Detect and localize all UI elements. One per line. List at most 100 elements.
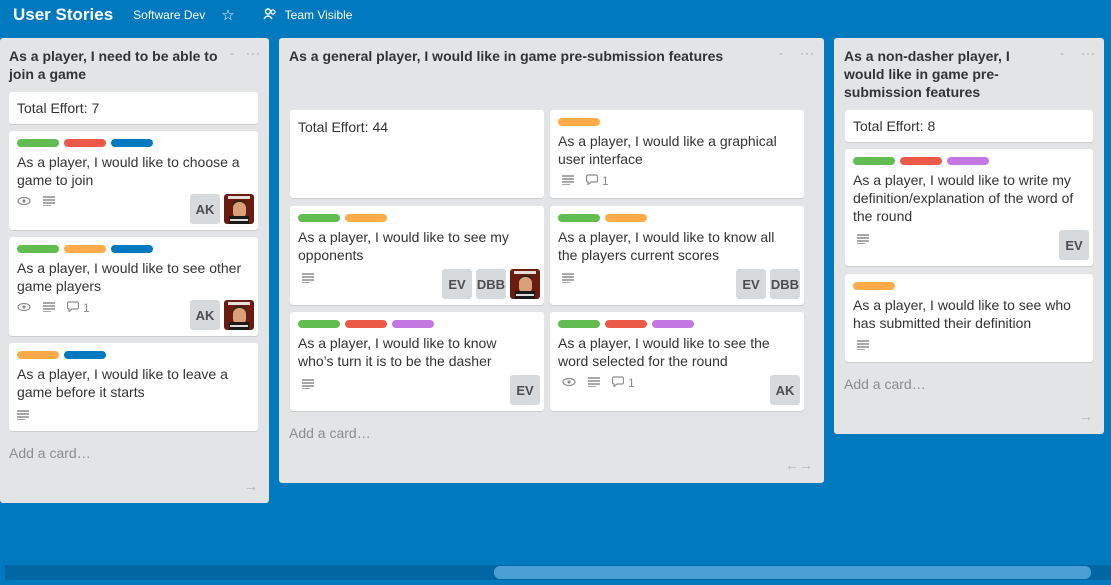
comment-icon xyxy=(611,376,625,390)
card-badges: 1 xyxy=(17,301,90,315)
arrows-horizontal-icon: ←→ xyxy=(785,457,813,473)
list-title[interactable]: As a non-dasher player, I would like in … xyxy=(844,47,1044,101)
member-avatar[interactable]: EV xyxy=(510,375,540,405)
card[interactable]: As a player, I would like to know all th… xyxy=(550,206,804,305)
description-icon xyxy=(302,378,314,392)
card-labels xyxy=(17,139,153,147)
card[interactable]: As a player, I would like to leave a gam… xyxy=(9,343,258,431)
description-icon xyxy=(43,195,55,209)
member-photo-avatar[interactable] xyxy=(510,269,540,299)
add-card-link[interactable]: Add a card… xyxy=(289,425,371,441)
label-green xyxy=(558,320,600,328)
board-title[interactable]: User Stories xyxy=(13,5,113,25)
member-avatar[interactable]: AK xyxy=(190,300,220,330)
card[interactable]: As a player, I would like to know who’s … xyxy=(290,312,544,411)
member-avatar[interactable]: AK xyxy=(770,375,800,405)
board-header: User Stories Software Dev ☆ Team Visible xyxy=(0,0,1111,30)
list-title[interactable]: As a general player, I would like in gam… xyxy=(289,47,769,65)
card-badges xyxy=(857,233,869,247)
list-menu-icon[interactable]: ··· xyxy=(800,46,815,60)
card-members: AK xyxy=(190,300,254,330)
label-red xyxy=(345,320,387,328)
add-card-link[interactable]: Add a card… xyxy=(9,445,91,461)
label-green xyxy=(558,214,600,222)
card-labels xyxy=(558,320,694,328)
label-green xyxy=(853,157,895,165)
member-avatar[interactable]: EV xyxy=(1059,230,1089,260)
label-orange xyxy=(605,214,647,222)
card[interactable]: As a player, I would like a graphical us… xyxy=(550,110,804,198)
label-red xyxy=(900,157,942,165)
card-members: AK xyxy=(190,194,254,224)
description-icon xyxy=(302,272,314,286)
card-badges xyxy=(17,195,55,209)
card-title: As a player, I would like to write my de… xyxy=(853,172,1074,224)
card-badges xyxy=(562,272,574,286)
comment-count: 1 xyxy=(83,301,90,315)
card-labels xyxy=(853,282,895,290)
card-members: EV DBB xyxy=(736,269,800,299)
list-join-game: As a player, I need to be able to join a… xyxy=(0,38,269,503)
label-green xyxy=(298,214,340,222)
watch-icon xyxy=(17,195,31,209)
card-badges: 1 xyxy=(562,174,609,188)
card-title: As a player, I would like to know who’s … xyxy=(298,335,497,369)
add-card-link[interactable]: Add a card… xyxy=(844,376,926,392)
label-green xyxy=(17,139,59,147)
label-green xyxy=(298,320,340,328)
member-avatar[interactable]: EV xyxy=(736,269,766,299)
member-avatar[interactable]: EV xyxy=(442,269,472,299)
member-avatar[interactable]: AK xyxy=(190,194,220,224)
card-title: Total Effort: 7 xyxy=(17,100,100,116)
label-blue xyxy=(64,351,106,359)
list-non-dasher: As a non-dasher player, I would like in … xyxy=(834,38,1104,434)
card-total-effort[interactable]: Total Effort: 7 xyxy=(9,92,258,124)
horizontal-scrollbar-thumb[interactable] xyxy=(494,566,1091,579)
list-title[interactable]: As a player, I need to be able to join a… xyxy=(9,47,239,83)
label-green xyxy=(17,245,59,253)
card-labels xyxy=(558,118,600,126)
team-button[interactable]: Software Dev xyxy=(133,8,205,22)
list-menu-icon[interactable]: ··· xyxy=(1081,46,1096,60)
card[interactable]: As a player, I would like to write my de… xyxy=(845,149,1093,266)
description-icon xyxy=(43,301,55,315)
collapse-icon[interactable]: - xyxy=(1060,46,1064,60)
label-blue xyxy=(111,139,153,147)
card-labels xyxy=(298,320,434,328)
card[interactable]: As a player, I would like to see other g… xyxy=(9,237,258,336)
description-icon xyxy=(857,233,869,247)
label-orange xyxy=(17,351,59,359)
member-photo-avatar[interactable] xyxy=(224,194,254,224)
comment-icon xyxy=(66,301,80,315)
description-icon xyxy=(857,339,869,353)
label-orange xyxy=(853,282,895,290)
description-icon xyxy=(588,376,600,390)
label-purple xyxy=(652,320,694,328)
card-total-effort[interactable]: Total Effort: 8 xyxy=(845,110,1093,142)
card-total-effort[interactable]: Total Effort: 44 xyxy=(290,110,544,198)
label-orange xyxy=(558,118,600,126)
card-labels xyxy=(558,214,647,222)
card-title: As a player, I would like to know all th… xyxy=(558,229,775,263)
visibility-label: Team Visible xyxy=(284,8,353,22)
comment-badge: 1 xyxy=(611,376,635,390)
star-icon[interactable]: ☆ xyxy=(221,6,234,24)
description-icon xyxy=(17,409,29,423)
collapse-icon[interactable]: - xyxy=(230,46,234,60)
card-members: EV xyxy=(510,375,540,405)
member-avatar[interactable]: DBB xyxy=(770,269,800,299)
card-title: As a player, I would like to see other g… xyxy=(17,260,242,294)
card-title: As a player, I would like to see my oppo… xyxy=(298,229,509,263)
list-menu-icon[interactable]: ··· xyxy=(246,46,261,60)
visibility-button[interactable]: Team Visible xyxy=(263,7,353,23)
card-badges xyxy=(302,378,314,392)
member-avatar[interactable]: DBB xyxy=(476,269,506,299)
member-photo-avatar[interactable] xyxy=(224,300,254,330)
card[interactable]: As a player, I would like to see the wor… xyxy=(550,312,804,411)
label-orange xyxy=(64,245,106,253)
watch-icon xyxy=(17,301,31,315)
collapse-icon[interactable]: - xyxy=(779,46,783,60)
card[interactable]: As a player, I would like to choose a ga… xyxy=(9,131,258,230)
card[interactable]: As a player, I would like to see my oppo… xyxy=(290,206,544,305)
card[interactable]: As a player, I would like to see who has… xyxy=(845,274,1093,362)
